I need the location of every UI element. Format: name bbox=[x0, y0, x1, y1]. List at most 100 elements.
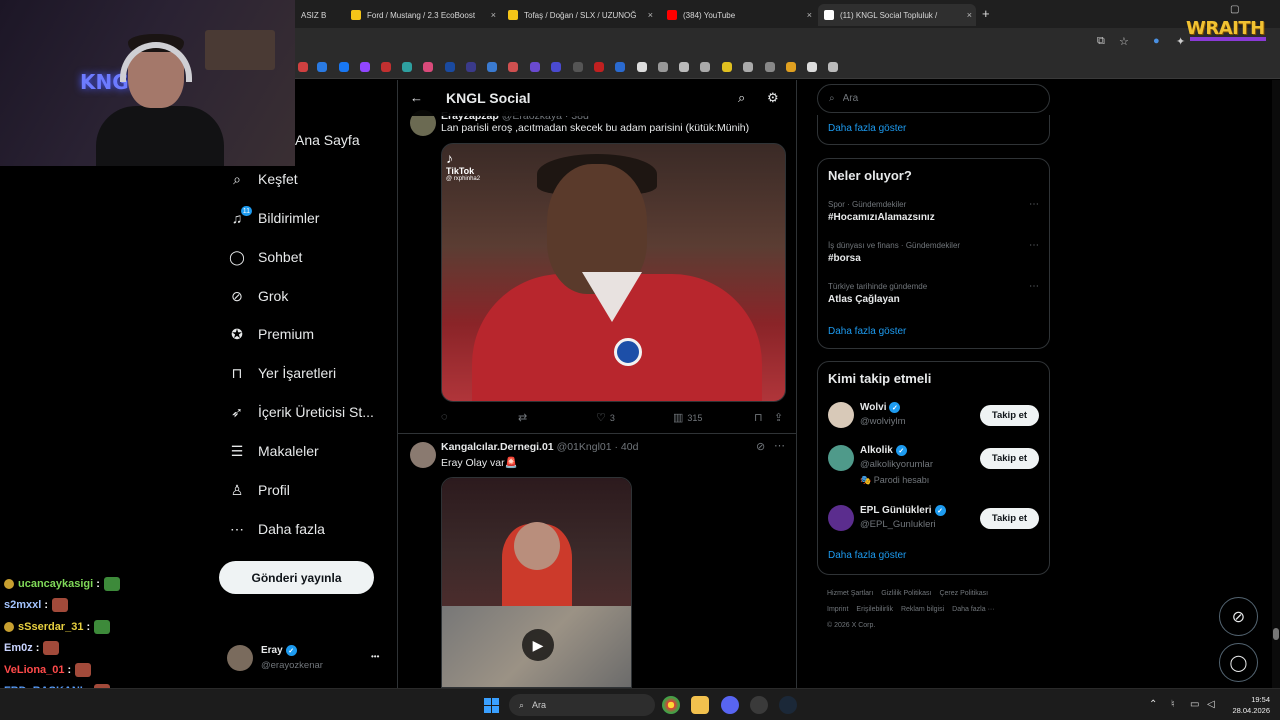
microphone-icon[interactable]: ♮ bbox=[1171, 699, 1175, 710]
sidebar-item-home[interactable]: ⌂Ana Sayfa bbox=[295, 128, 360, 152]
footer-link[interactable]: Hizmet Şartları bbox=[827, 590, 873, 597]
bookmark-icon[interactable] bbox=[339, 62, 349, 72]
bookmark-icon[interactable] bbox=[466, 62, 476, 72]
suggested-account-name[interactable]: Wolvi ✓ bbox=[860, 402, 901, 413]
messages-fab-button[interactable]: ◯ bbox=[1219, 643, 1258, 682]
search-box[interactable]: ⌕ bbox=[817, 84, 1050, 113]
maximize-icon[interactable]: ▢ bbox=[1230, 4, 1239, 15]
new-tab-button[interactable]: + bbox=[982, 6, 990, 21]
retweet-button[interactable]: ⇄ bbox=[518, 411, 531, 424]
bookmark-icon[interactable] bbox=[317, 62, 327, 72]
bookmark-icon[interactable] bbox=[786, 62, 796, 72]
bookmark-icon[interactable] bbox=[658, 62, 668, 72]
sidebar-item-premium[interactable]: ✪ Premium bbox=[228, 322, 314, 346]
bookmark-icon[interactable] bbox=[402, 62, 412, 72]
settings-gear-icon[interactable]: ⚙ bbox=[767, 90, 779, 106]
bookmark-star-icon[interactable]: ☆ bbox=[1119, 35, 1129, 48]
tweet-more-icon[interactable]: ⋯ bbox=[774, 439, 785, 452]
avatar[interactable] bbox=[828, 445, 854, 471]
who-show-more-link[interactable]: Daha fazla göster bbox=[828, 550, 906, 561]
sidebar-item-grok[interactable]: ⊘ Grok bbox=[228, 284, 288, 308]
tweet-author-name[interactable]: Kangalcılar.Dernegi.01 @01Kngl01 · 40d bbox=[441, 441, 638, 453]
trend-name[interactable]: #borsa bbox=[828, 253, 861, 264]
follow-button[interactable]: Takip et bbox=[980, 405, 1039, 426]
trend-more-icon[interactable]: ⋯ bbox=[1029, 240, 1039, 251]
bookmark-icon[interactable] bbox=[807, 62, 817, 72]
app-icon[interactable] bbox=[750, 696, 768, 714]
close-tab-icon[interactable]: × bbox=[807, 10, 812, 20]
post-button[interactable]: Gönderi yayınla bbox=[219, 561, 374, 594]
close-tab-icon[interactable]: × bbox=[967, 10, 972, 20]
bookmark-button[interactable]: ⊓ bbox=[754, 411, 767, 424]
reply-button[interactable]: ◌ bbox=[441, 411, 452, 423]
bookmark-icon[interactable] bbox=[487, 62, 497, 72]
taskbar-clock[interactable]: 19:54 28.04.2026 bbox=[1228, 694, 1270, 716]
account-switcher[interactable]: Eray ✓ @erayozkenar ••• bbox=[227, 644, 387, 674]
bookmark-icon[interactable] bbox=[508, 62, 518, 72]
search-input[interactable] bbox=[842, 93, 1023, 104]
sidebar-item-profile[interactable]: ♙ Profil bbox=[228, 478, 290, 502]
file-explorer-icon[interactable] bbox=[691, 696, 709, 714]
install-app-icon[interactable]: ⧉ bbox=[1097, 35, 1105, 48]
bookmark-icon[interactable] bbox=[637, 62, 647, 72]
browser-tab-active[interactable]: (11) KNGL Social Topluluk / × bbox=[818, 4, 976, 26]
bookmark-icon[interactable] bbox=[423, 62, 433, 72]
footer-link[interactable]: © 2026 X Corp. bbox=[827, 622, 875, 629]
bookmark-icon[interactable] bbox=[828, 62, 838, 72]
browser-tab[interactable]: ASIZ B bbox=[295, 4, 345, 26]
sidebar-item-more[interactable]: ⋯ Daha fazla bbox=[228, 517, 325, 541]
bookmark-icon[interactable] bbox=[445, 62, 455, 72]
grok-explain-icon[interactable]: ⊘ bbox=[756, 440, 765, 453]
discord-app-icon[interactable] bbox=[721, 696, 739, 714]
like-button[interactable]: ♡ 3 bbox=[596, 411, 615, 424]
tray-overflow-icon[interactable]: ⌃ bbox=[1149, 699, 1157, 710]
share-button[interactable]: ⇪ bbox=[774, 411, 787, 424]
trends-show-more-link[interactable]: Daha fazla göster bbox=[828, 326, 906, 337]
suggested-account-name[interactable]: EPL Günlükleri ✓ bbox=[860, 505, 946, 516]
account-more-icon[interactable]: ••• bbox=[371, 652, 379, 661]
bookmark-icon[interactable] bbox=[573, 62, 583, 72]
bookmark-icon[interactable] bbox=[743, 62, 753, 72]
taskbar-search[interactable]: ⌕ Ara bbox=[509, 694, 655, 716]
avatar[interactable] bbox=[828, 402, 854, 428]
bookmark-icon[interactable] bbox=[551, 62, 561, 72]
avatar[interactable] bbox=[828, 505, 854, 531]
extension-icon[interactable]: ● bbox=[1153, 35, 1160, 47]
bookmark-icon[interactable] bbox=[679, 62, 689, 72]
sidebar-item-rocket[interactable]: ➶ İçerik Üreticisi St... bbox=[228, 400, 374, 424]
bookmark-icon[interactable] bbox=[700, 62, 710, 72]
footer-link[interactable]: Erişilebilirlik bbox=[856, 606, 893, 613]
bookmark-icon[interactable] bbox=[722, 62, 732, 72]
bookmark-icon[interactable] bbox=[360, 62, 370, 72]
close-tab-icon[interactable]: × bbox=[491, 10, 496, 20]
footer-link[interactable]: Gizlilik Politikası bbox=[881, 590, 931, 597]
trend-more-icon[interactable]: ⋯ bbox=[1029, 199, 1039, 210]
grok-fab-button[interactable]: ⊘ bbox=[1219, 597, 1258, 636]
follow-button[interactable]: Takip et bbox=[980, 448, 1039, 469]
footer-link[interactable]: Reklam bilgisi bbox=[901, 606, 944, 613]
trend-name[interactable]: Atlas Çağlayan bbox=[828, 294, 900, 305]
tweet-video-media[interactable]: ♪ TikTok @ rxphinha2 bbox=[441, 143, 786, 402]
sidebar-item-chat[interactable]: ◯ Sohbet bbox=[228, 245, 302, 269]
footer-link[interactable]: Çerez Politikası bbox=[939, 590, 988, 597]
trend-more-icon[interactable]: ⋯ bbox=[1029, 281, 1039, 292]
suggested-account-name[interactable]: Alkolik ✓ bbox=[860, 445, 907, 456]
views-button[interactable]: ▥ 315 bbox=[673, 411, 702, 424]
chrome-app-icon[interactable] bbox=[662, 696, 680, 714]
browser-tab[interactable]: (384) YouTube × bbox=[661, 4, 816, 26]
bookmark-icon[interactable] bbox=[381, 62, 391, 72]
network-icon[interactable]: ▭ bbox=[1190, 699, 1199, 710]
search-icon[interactable]: ⌕ bbox=[738, 90, 745, 106]
follow-button[interactable]: Takip et bbox=[980, 508, 1039, 529]
volume-icon[interactable]: ◁ bbox=[1207, 699, 1215, 710]
footer-link[interactable]: Daha fazla ··· bbox=[952, 606, 994, 613]
tweet-video-media[interactable]: ▶ bbox=[441, 477, 632, 688]
scrollbar-thumb[interactable] bbox=[1273, 628, 1279, 640]
close-tab-icon[interactable]: × bbox=[648, 10, 653, 20]
sidebar-item-bookmark[interactable]: ⊓ Yer İşaretleri bbox=[228, 361, 337, 385]
extensions-puzzle-icon[interactable]: ✦ bbox=[1176, 35, 1185, 48]
sidebar-item-article[interactable]: ☰ Makaleler bbox=[228, 439, 319, 463]
windows-start-button[interactable] bbox=[484, 698, 499, 713]
tweet-author-avatar[interactable] bbox=[410, 442, 436, 468]
bookmark-icon[interactable] bbox=[298, 62, 308, 72]
